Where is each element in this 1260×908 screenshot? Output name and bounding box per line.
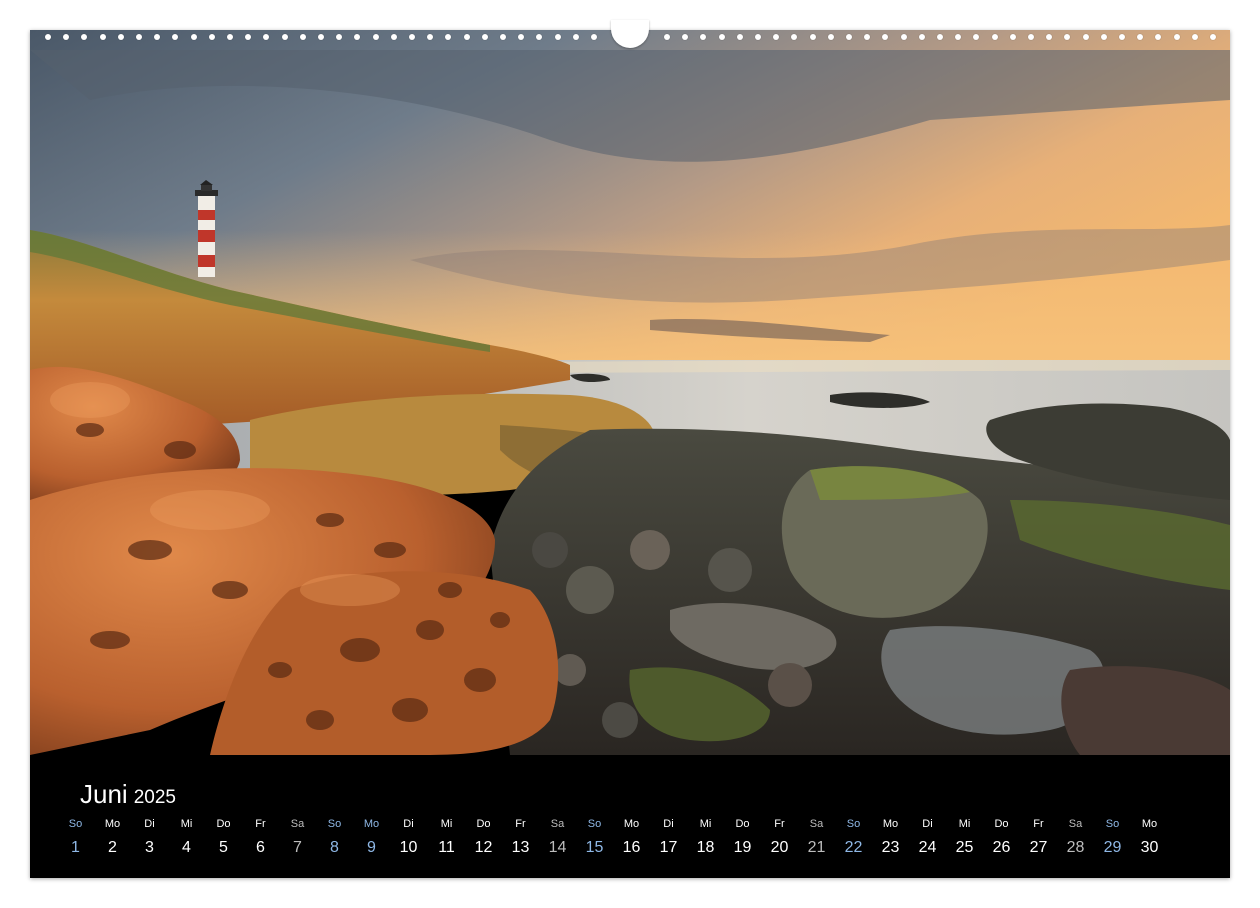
weekday-label: Do [735, 818, 750, 830]
day-number: 6 [256, 839, 265, 856]
year: 2025 [133, 787, 176, 808]
weekday-label: So [327, 818, 342, 830]
day-number: 4 [182, 839, 191, 856]
weekday-label: Di [663, 818, 674, 830]
weekday-label: Mi [699, 818, 712, 830]
day-number: 13 [511, 839, 530, 856]
calendar-strip: Juni 2025 So 1 Mo 2 Di 3 Mi 4 Do 5 Fr 6 Sa 7 So 8 Mo 9 Di 10… [30, 755, 1230, 878]
weekday-label: Fr [774, 818, 785, 830]
lighthouse-coast-photo [30, 30, 1230, 755]
day-number: 17 [659, 839, 678, 856]
day-number: 10 [399, 839, 418, 856]
weekday-label: Mi [440, 818, 453, 830]
day-number: 28 [1066, 839, 1085, 856]
day-number: 1 [71, 839, 80, 856]
weekday-label: So [846, 818, 861, 830]
weekday-label: Do [216, 818, 231, 830]
day-number: 23 [881, 839, 900, 856]
weekday-label: Mi [180, 818, 193, 830]
weekday-label: Do [994, 818, 1009, 830]
day-number: 20 [770, 839, 789, 856]
weekday-label: Do [476, 818, 491, 830]
calendar-sheet: Juni 2025 So 1 Mo 2 Di 3 Mi 4 Do 5 Fr 6 Sa 7 So 8 Mo 9 Di 10… [30, 30, 1230, 878]
month-name: Juni [80, 779, 128, 809]
weekday-label: Sa [809, 818, 824, 830]
weekday-label: Mo [623, 818, 640, 830]
day-number: 27 [1029, 839, 1048, 856]
day-number: 11 [438, 839, 455, 856]
weekday-label: Sa [290, 818, 305, 830]
weekday-label: Di [922, 818, 933, 830]
day-number: 9 [367, 839, 376, 856]
weekday-label: Fr [255, 818, 266, 830]
weekday-label: Di [403, 818, 414, 830]
weekday-label: Sa [550, 818, 565, 830]
day-number: 29 [1103, 839, 1122, 856]
day-number: 30 [1140, 839, 1159, 856]
day-number: 2 [108, 839, 117, 856]
weekday-label: So [587, 818, 602, 830]
month-heading: Juni 2025 [80, 779, 176, 810]
day-number: 19 [733, 839, 752, 856]
day-number: 3 [145, 839, 154, 856]
weekday-label: Mo [104, 818, 121, 830]
day-number: 7 [293, 839, 302, 856]
weekday-label: Mo [363, 818, 380, 830]
calendar-page: Juni 2025 So 1 Mo 2 Di 3 Mi 4 Do 5 Fr 6 Sa 7 So 8 Mo 9 Di 10… [0, 0, 1260, 908]
day-number: 18 [696, 839, 715, 856]
weekday-label: Fr [515, 818, 526, 830]
day-number: 24 [918, 839, 937, 856]
day-number: 8 [330, 839, 339, 856]
weekday-label: So [68, 818, 83, 830]
weekday-label: Fr [1033, 818, 1044, 830]
weekday-label: So [1105, 818, 1120, 830]
weekday-label: Sa [1068, 818, 1083, 830]
weekday-label: Mo [882, 818, 899, 830]
day-number: 16 [622, 839, 641, 856]
day-number: 26 [992, 839, 1011, 856]
day-number: 14 [548, 839, 567, 856]
day-number: 12 [474, 839, 493, 856]
weekday-label: Di [144, 818, 155, 830]
day-number: 15 [585, 839, 604, 856]
weekday-label: Mi [958, 818, 971, 830]
weekday-label: Mo [1141, 818, 1158, 830]
day-number: 21 [807, 839, 826, 856]
day-number: 5 [219, 839, 228, 856]
day-number: 25 [955, 839, 974, 856]
day-number: 22 [844, 839, 863, 856]
